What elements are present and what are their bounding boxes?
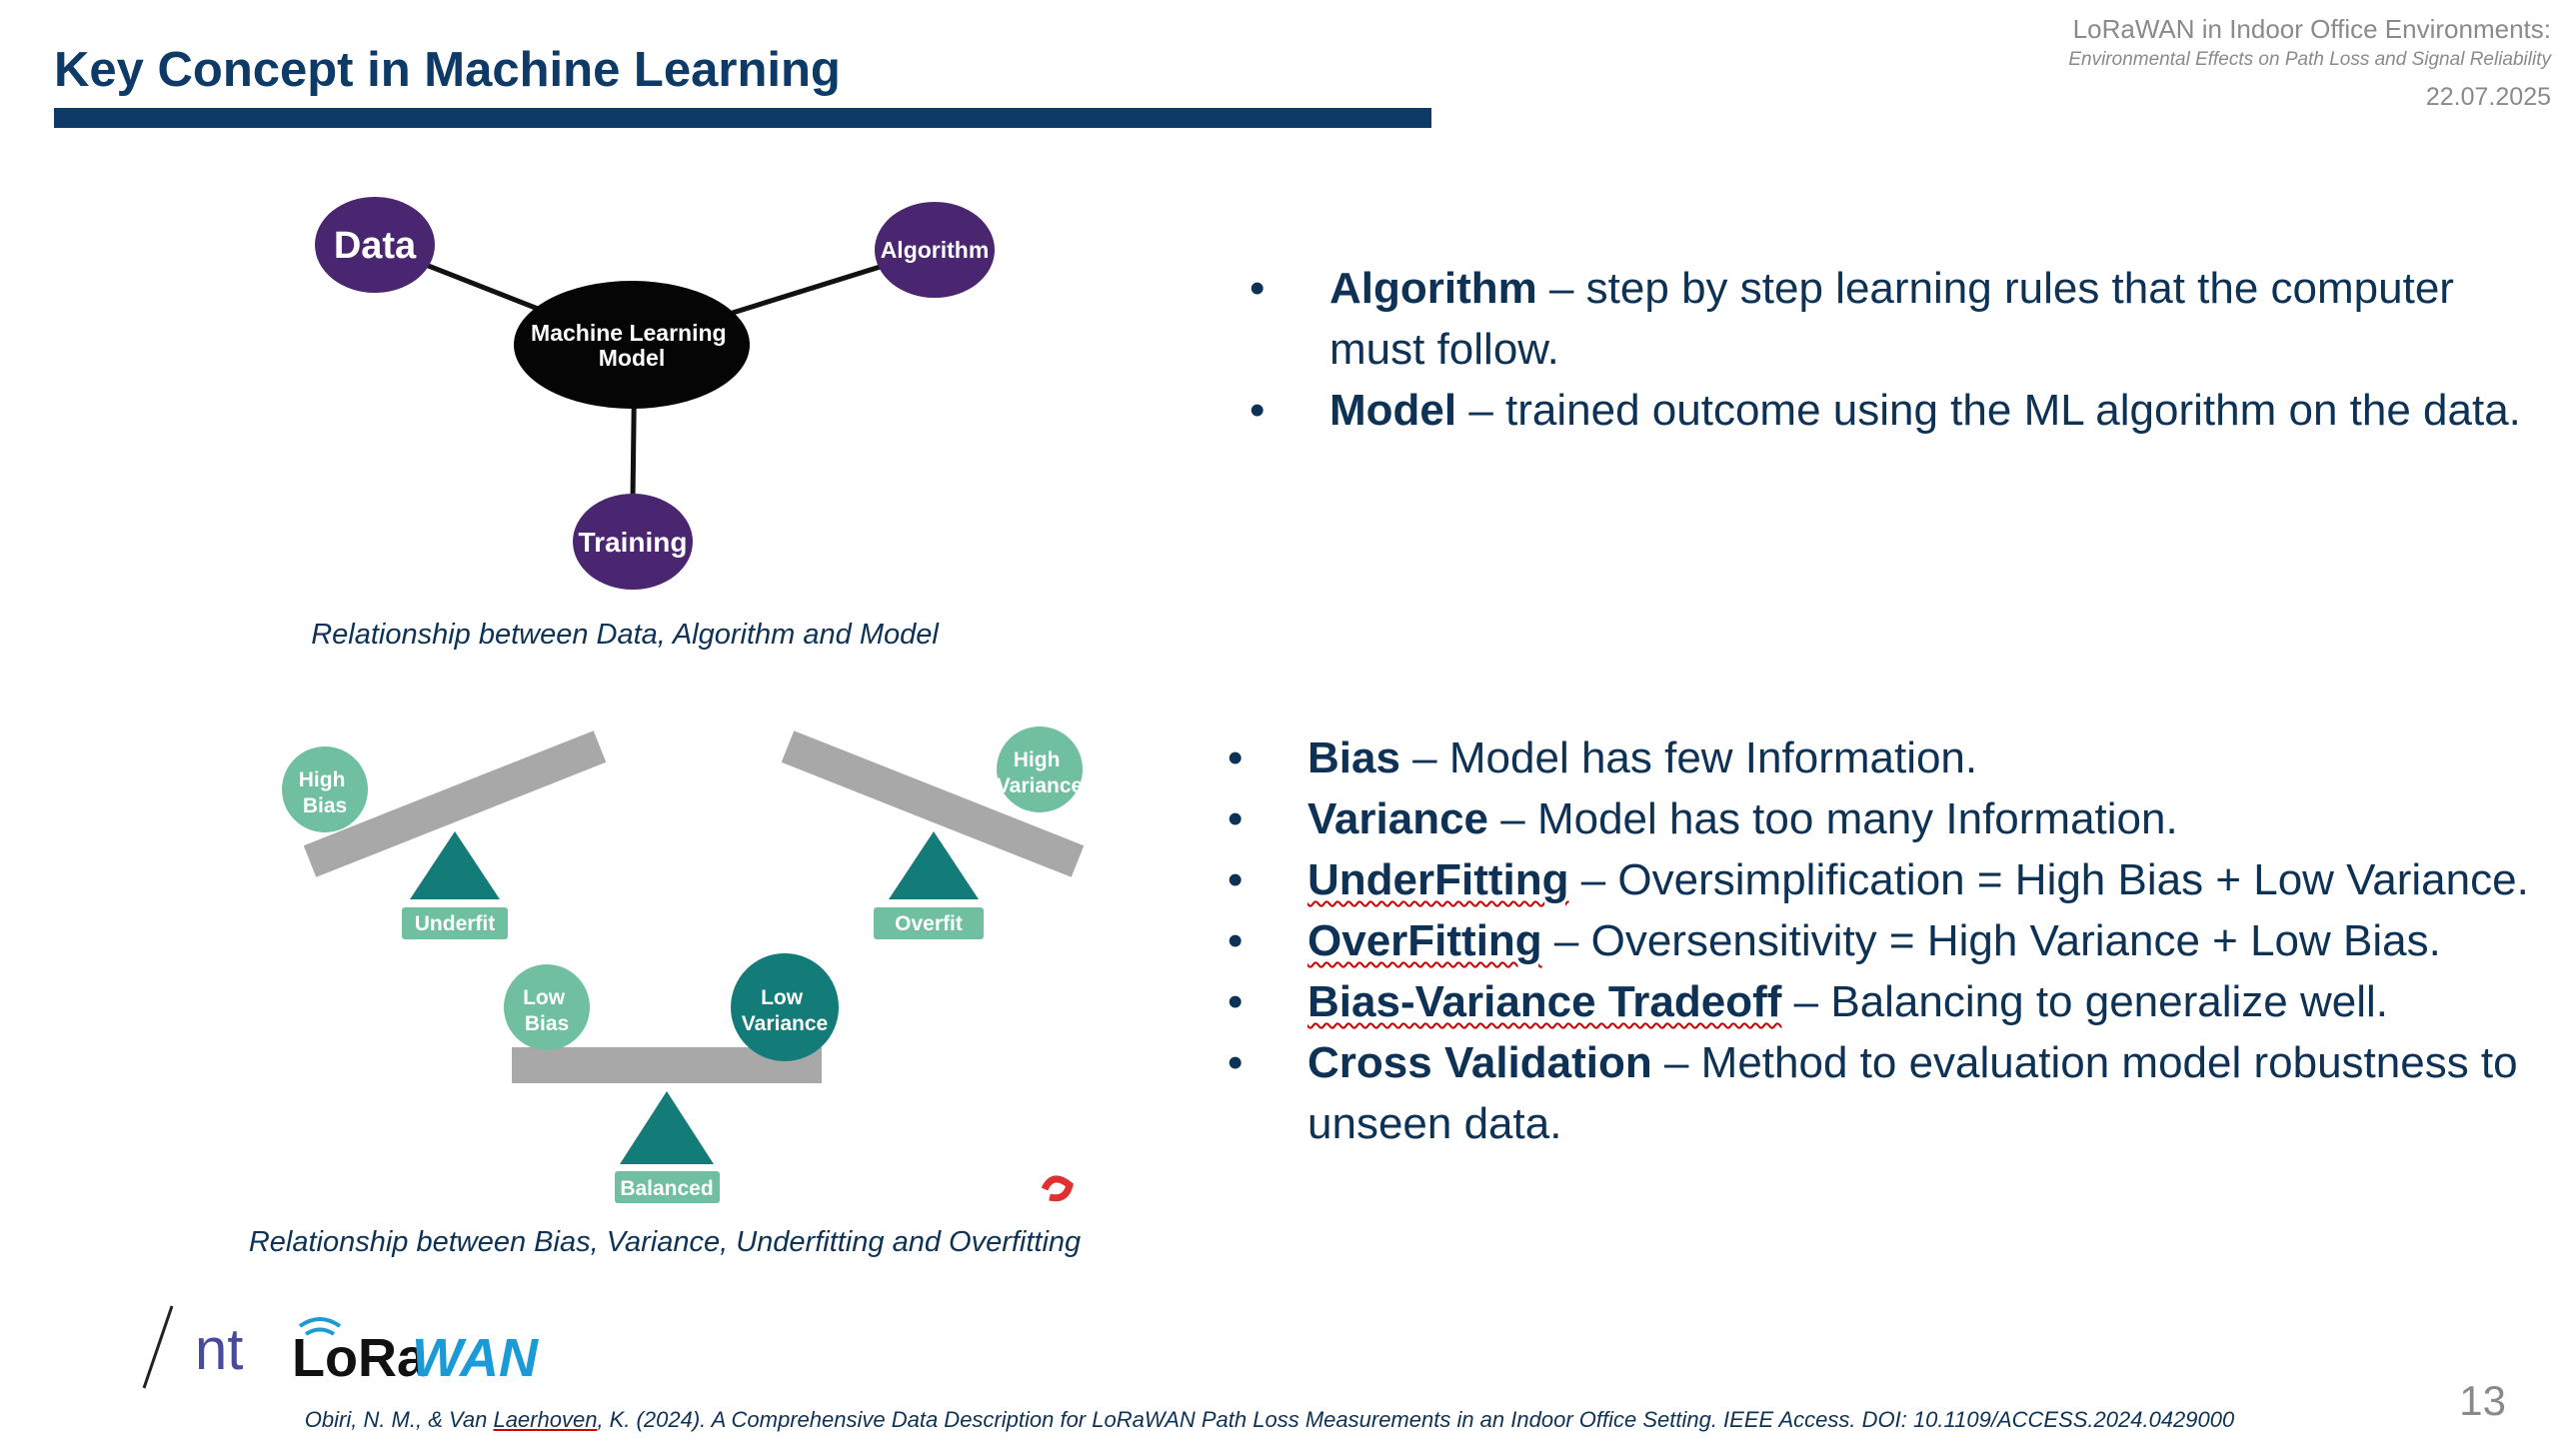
underfit-fulcrum (410, 831, 500, 899)
footer-reference: Obiri, N. M., & Van Laerhoven, K. (2024)… (200, 1407, 2339, 1433)
slide-title: Key Concept in Machine Learning (54, 43, 841, 97)
bullet-item: Bias-Variance Tradeoff – Balancing to ge… (1228, 971, 2547, 1032)
bullet-term: UnderFitting (1307, 855, 1569, 904)
ml-model-label-line2: Model (599, 345, 665, 371)
node-training-label: Training (579, 527, 688, 558)
bullet-item: Algorithm – step by step learning rules … (1250, 258, 2539, 380)
title-underline-bar (54, 108, 1431, 128)
bullet-text: – Oversimplification = High Bias + Low V… (1568, 855, 2529, 904)
bullet-text: – Model has too many Information. (1488, 794, 2178, 843)
bullet-text: – Model has few Information. (1399, 733, 1978, 782)
bullets-bias-variance: Bias – Model has few Information.Varianc… (1228, 727, 2547, 1154)
bullet-term: Bias (1307, 733, 1400, 782)
node-data-label: Data (334, 225, 417, 267)
bullet-term: Variance (1307, 794, 1489, 843)
header-presentation-title: LoRaWAN in Indoor Office Environments: (2072, 14, 2551, 44)
ref-part1: Obiri, N. M., & Van (304, 1407, 494, 1432)
bias-variance-diagram: High Bias Underfit High Variance Overfit… (282, 726, 1085, 1203)
logo-divider (142, 1305, 174, 1389)
bullet-item: Model – trained outcome using the ML alg… (1250, 380, 2539, 441)
low-bias-line2: Bias (525, 1012, 569, 1035)
bullet-text: – trained outcome using the ML algorithm… (1456, 386, 2521, 435)
ref-author: Laerhoven (493, 1407, 598, 1432)
bullet-item: Bias – Model has few Information. (1228, 727, 2547, 788)
lora-signal-icon (298, 1317, 342, 1328)
overfit-tag-label: Overfit (895, 912, 963, 935)
ref-part2: , K. (2024). A Comprehensive Data Descri… (597, 1407, 2235, 1432)
red-watermark-icon (1041, 1175, 1074, 1202)
header-presentation-subtitle: Environmental Effects on Path Loss and S… (2068, 49, 2551, 70)
footer-logos: nt LoRa WAN (142, 1305, 539, 1389)
bullet-text: – Balancing to generalize well. (1781, 977, 2389, 1026)
bullet-item: OverFitting – Oversensitivity = High Var… (1228, 910, 2547, 971)
bullet-text: – Oversensitivity = High Variance + Low … (1541, 916, 2441, 965)
bullet-term: Bias-Variance Tradeoff (1307, 977, 1782, 1026)
caption-ml-diagram: Relationship between Data, Algorithm and… (311, 619, 939, 651)
ml-relationship-diagram: Data Algorithm Training Machine Learning… (315, 197, 995, 590)
bullet-item: Variance – Model has too many Informatio… (1228, 788, 2547, 849)
lorawan-logo-lora: LoRa (292, 1328, 428, 1388)
high-variance-line1: High (1014, 748, 1061, 771)
high-variance-line2: Variance (997, 774, 1083, 797)
bullet-term: Algorithm (1329, 264, 1537, 313)
header-info: LoRaWAN in Indoor Office Environments: E… (2068, 12, 2551, 120)
balanced-fulcrum (620, 1091, 714, 1164)
node-algorithm-label: Algorithm (881, 237, 990, 263)
low-variance-line1: Low (761, 986, 804, 1009)
high-bias-line1: High (299, 768, 346, 791)
bullet-term: OverFitting (1307, 916, 1542, 965)
underfit-tag-label: Underfit (415, 912, 496, 935)
bullet-term: Model (1329, 386, 1457, 435)
lorawan-logo-wan: WAN (412, 1328, 539, 1388)
low-bias-line1: Low (523, 986, 566, 1009)
overfit-fulcrum (889, 831, 979, 899)
caption-bias-diagram: Relationship between Bias, Variance, Und… (248, 1226, 1082, 1258)
balanced-tag-label: Balanced (620, 1177, 713, 1200)
high-bias-line2: Bias (303, 794, 347, 817)
bullets-algorithm-model: Algorithm – step by step learning rules … (1250, 258, 2539, 441)
page-number: 13 (2459, 1377, 2506, 1424)
low-variance-line2: Variance (742, 1012, 828, 1035)
group-logo-icon: nt (195, 1317, 243, 1382)
header-date: 22.07.2025 (2425, 83, 2551, 111)
ml-model-label-line1: Machine Learning (531, 320, 727, 346)
bullet-item: UnderFitting – Oversimplification = High… (1228, 849, 2547, 910)
bullet-term: Cross Validation (1307, 1038, 1652, 1087)
bullet-item: Cross Validation – Method to evaluation … (1228, 1032, 2547, 1154)
